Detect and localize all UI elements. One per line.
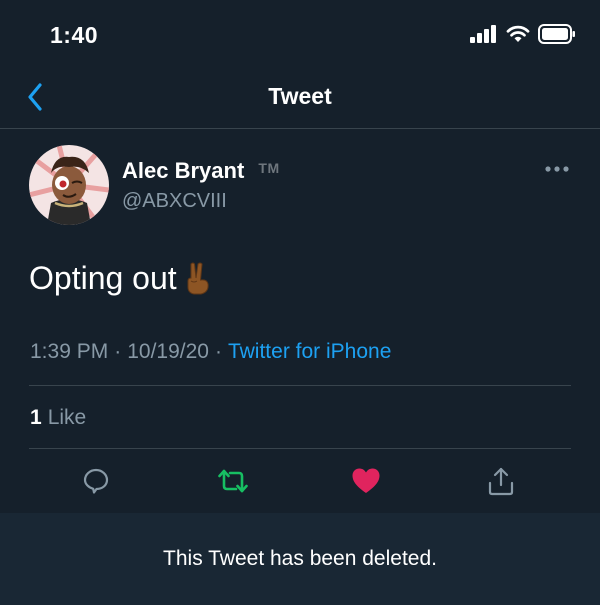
page-title: Tweet: [268, 83, 332, 109]
like-heart-icon: [352, 468, 380, 493]
tm-badge: TM: [258, 160, 280, 176]
share-button[interactable]: [481, 461, 521, 501]
nav-bar: Tweet: [0, 70, 600, 129]
tweet-detail: Alec Bryant TM @ABXCVIII Opting out 1:39…: [0, 128, 600, 513]
status-icons: [470, 24, 576, 44]
wifi-icon: [506, 25, 530, 42]
reply-icon: [83, 468, 109, 494]
battery-icon: [538, 24, 575, 44]
deleted-tweet-banner: This Tweet has been deleted.: [0, 513, 600, 605]
meta-separator: ·: [114, 340, 122, 363]
more-options-button[interactable]: [544, 162, 570, 174]
avatar[interactable]: [29, 145, 109, 225]
deleted-tweet-text: This Tweet has been deleted.: [163, 547, 437, 570]
author-name-text: Alec Bryant: [122, 158, 245, 183]
tweet-meta: 1:39 PM · 10/19/20 · Twitter for iPhone: [30, 340, 391, 364]
divider: [29, 385, 571, 386]
tweet-text: Opting out: [29, 260, 213, 297]
retweet-button[interactable]: [213, 461, 253, 501]
tweet-text-content: Opting out: [29, 260, 177, 296]
likes-summary[interactable]: 1 Like: [30, 406, 86, 430]
divider: [29, 448, 571, 449]
tweet-time: 1:39 PM: [30, 340, 109, 363]
likes-label: Like: [47, 406, 87, 429]
tweet-date: 10/19/20: [127, 340, 209, 363]
tweet-actions: [0, 461, 600, 501]
retweet-icon: [218, 469, 248, 493]
reply-button[interactable]: [76, 461, 116, 501]
tweet-source-link[interactable]: Twitter for iPhone: [228, 340, 391, 363]
signal-icon: [470, 25, 496, 43]
author-handle[interactable]: @ABXCVIII: [122, 190, 227, 213]
victory-hand-icon: [187, 262, 209, 294]
avatar-illustration: [29, 145, 109, 225]
status-time: 1:40: [50, 22, 99, 48]
like-button[interactable]: [346, 461, 386, 501]
author-name[interactable]: Alec Bryant TM: [122, 158, 280, 184]
status-bar: 1:40: [0, 0, 600, 70]
likes-count: 1: [30, 406, 42, 429]
more-horizontal-icon: [545, 166, 569, 172]
meta-separator: ·: [214, 340, 222, 363]
share-icon: [488, 467, 514, 496]
